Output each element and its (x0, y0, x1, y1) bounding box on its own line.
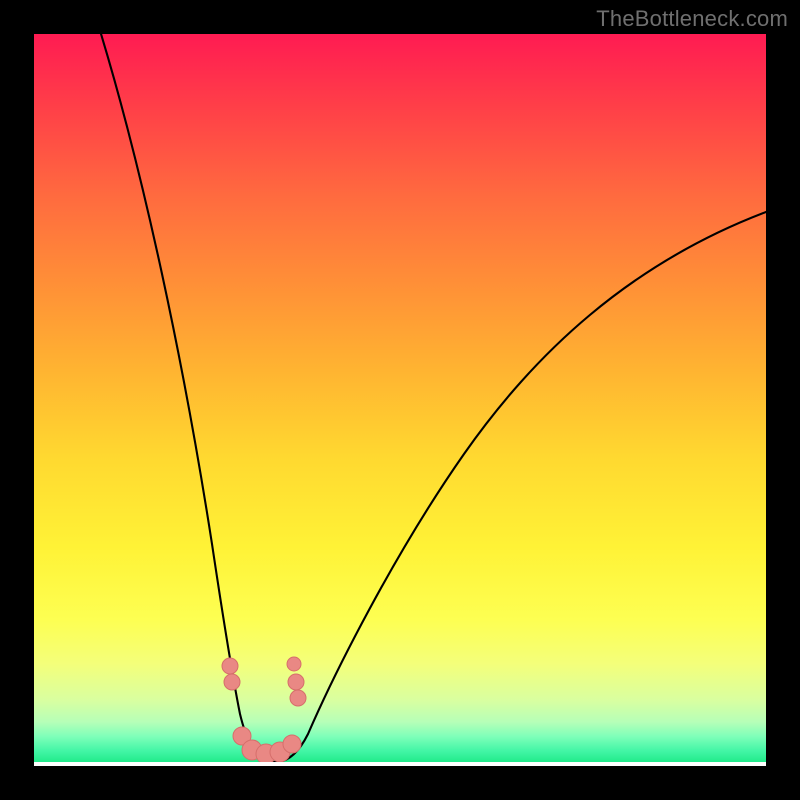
bottleneck-curve (98, 34, 766, 762)
frame-border-bottom (0, 766, 800, 800)
valley-markers (222, 657, 306, 764)
watermark-text: TheBottleneck.com (596, 6, 788, 32)
frame-border-right (766, 0, 800, 800)
bottom-highlight (34, 762, 766, 766)
frame-border-left (0, 0, 34, 800)
chart-container: TheBottleneck.com (0, 0, 800, 800)
plot-area (34, 34, 766, 766)
chart-svg (34, 34, 766, 766)
